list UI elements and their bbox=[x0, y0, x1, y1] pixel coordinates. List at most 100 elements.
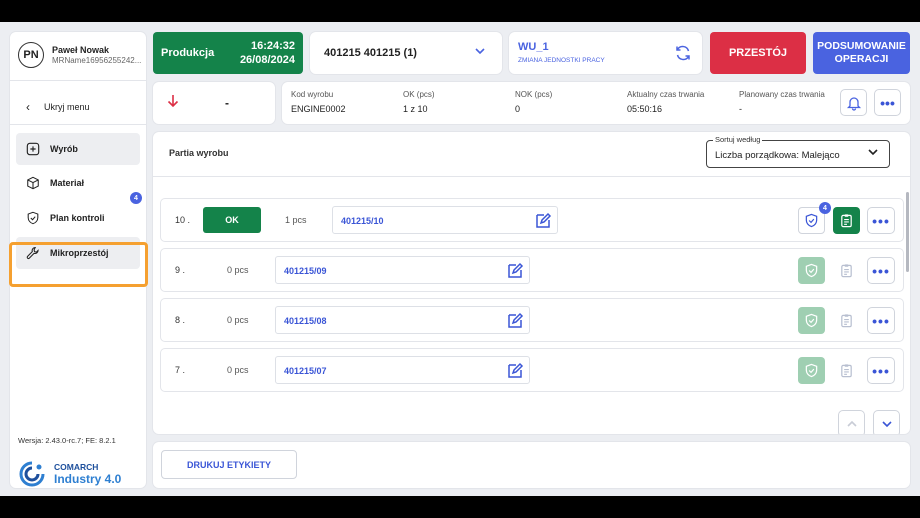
row-number: 7 . bbox=[175, 365, 186, 375]
work-unit-name: WU_1 bbox=[518, 41, 549, 53]
user-name: Paweł Nowak bbox=[52, 45, 110, 55]
shield-check-icon bbox=[27, 211, 39, 225]
plan-kontroli-badge: 4 bbox=[130, 192, 142, 204]
row-pcs: 0 pcs bbox=[227, 315, 249, 325]
sidebar-item-label: Materiał bbox=[50, 178, 85, 188]
shield-check-icon bbox=[805, 213, 818, 228]
info-value: - bbox=[739, 104, 742, 114]
version-text: Wersja: 2.43.0-rc.7; FE: 8.2.1 bbox=[18, 436, 116, 445]
more-icon: ••• bbox=[872, 362, 890, 379]
report-button[interactable] bbox=[833, 357, 860, 384]
table-row: 10 . OK 1 pcs 401215/10 4 ••• bbox=[161, 199, 903, 241]
ok-button[interactable]: OK bbox=[203, 207, 261, 233]
chevron-down-icon bbox=[474, 45, 486, 60]
summary-button[interactable]: PODSUMOWANIE OPERACJI bbox=[813, 32, 910, 74]
scroll-down-button[interactable] bbox=[873, 410, 900, 434]
info-value: ENGINE0002 bbox=[291, 104, 346, 114]
direction-value: - bbox=[225, 96, 229, 110]
shield-check-icon bbox=[805, 313, 818, 328]
row-more-button[interactable]: ••• bbox=[867, 207, 895, 234]
hide-menu-label: Ukryj menu bbox=[44, 102, 90, 112]
more-icon: ••• bbox=[880, 94, 895, 111]
comarch-logo: COMARCH Industry 4.0 bbox=[18, 460, 121, 488]
batch-field[interactable]: 401215/10 bbox=[332, 206, 558, 234]
status-label: Produkcja bbox=[161, 47, 215, 59]
batch-field[interactable]: 401215/07 bbox=[275, 356, 530, 384]
table-row: 7 . 0 pcs 401215/07 ••• bbox=[161, 349, 903, 391]
batch-number: 401215/09 bbox=[284, 266, 327, 276]
clipboard-icon bbox=[841, 214, 852, 228]
quality-check-button[interactable] bbox=[798, 307, 825, 334]
clipboard-icon bbox=[841, 264, 852, 278]
row-pcs: 0 pcs bbox=[227, 365, 249, 375]
sort-select[interactable]: Sortuj według Liczba porządkowa: Malejąc… bbox=[706, 135, 890, 168]
quality-badge: 4 bbox=[819, 202, 831, 214]
row-more-button[interactable]: ••• bbox=[867, 257, 895, 284]
table-row: 8 . 0 pcs 401215/08 ••• bbox=[161, 299, 903, 341]
stop-button[interactable]: PRZESTÓJ bbox=[710, 32, 806, 74]
work-unit-selector[interactable]: WU_1 ZMIANA JEDNOSTKI PRACY bbox=[509, 32, 702, 74]
info-label: NOK (pcs) bbox=[515, 90, 553, 99]
info-label: Planowany czas trwania bbox=[739, 90, 825, 99]
plus-circle-icon bbox=[26, 142, 40, 156]
panel-title: Partia wyrobu bbox=[169, 148, 229, 158]
divider bbox=[10, 124, 146, 125]
edit-icon[interactable] bbox=[534, 212, 552, 230]
batch-field[interactable]: 401215/09 bbox=[275, 256, 530, 284]
more-icon: ••• bbox=[872, 212, 890, 229]
info-value: 05:50:16 bbox=[627, 104, 663, 114]
batch-number: 401215/07 bbox=[284, 366, 327, 376]
more-icon: ••• bbox=[872, 262, 890, 279]
report-button[interactable] bbox=[833, 207, 860, 234]
quality-check-button[interactable] bbox=[798, 257, 825, 284]
chevron-left-icon: ‹ bbox=[26, 100, 30, 114]
user-subtitle: MRName16956255242... bbox=[52, 56, 142, 65]
highlight-box bbox=[9, 242, 148, 287]
row-more-button[interactable]: ••• bbox=[867, 357, 895, 384]
logo-text-1: COMARCH bbox=[54, 462, 99, 472]
user-profile[interactable]: PN Paweł Nowak MRName16956255242... bbox=[18, 42, 144, 68]
product-info: Kod wyrobu ENGINE0002 OK (pcs) 1 z 10 NO… bbox=[282, 82, 910, 124]
avatar: PN bbox=[18, 42, 44, 68]
scroll-up-button[interactable] bbox=[838, 410, 865, 434]
clock-date: 26/08/2024 bbox=[239, 54, 295, 66]
refresh-icon bbox=[676, 45, 690, 61]
direction-card: - bbox=[153, 82, 275, 124]
sidebar-item-wyrob[interactable]: Wyrób bbox=[16, 133, 140, 165]
more-options-button[interactable]: ••• bbox=[874, 89, 901, 116]
report-button[interactable] bbox=[833, 307, 860, 334]
info-label: Kod wyrobu bbox=[291, 90, 334, 99]
edit-icon[interactable] bbox=[506, 362, 524, 380]
sidebar-item-plan-kontroli[interactable]: Plan kontroli bbox=[16, 202, 140, 234]
divider bbox=[153, 176, 910, 177]
divider bbox=[10, 80, 146, 81]
chevron-down-icon bbox=[867, 146, 879, 161]
order-select[interactable]: 401215 401215 (1) bbox=[310, 32, 502, 74]
notifications-button[interactable] bbox=[840, 89, 867, 116]
production-status[interactable]: Produkcja 16:24:32 26/08/2024 bbox=[153, 32, 303, 74]
table-row: 9 . 0 pcs 401215/09 ••• bbox=[161, 249, 903, 291]
print-labels-button[interactable]: DRUKUJ ETYKIETY bbox=[161, 450, 297, 479]
row-more-button[interactable]: ••• bbox=[867, 307, 895, 334]
edit-icon[interactable] bbox=[506, 312, 524, 330]
cube-icon bbox=[27, 176, 39, 190]
logo-text-2: Industry 4.0 bbox=[54, 472, 122, 486]
hide-menu-button[interactable]: ‹ Ukryj menu bbox=[26, 100, 90, 114]
quality-check-button[interactable] bbox=[798, 357, 825, 384]
arrow-down-icon bbox=[167, 94, 179, 111]
bell-icon bbox=[846, 96, 861, 111]
report-button[interactable] bbox=[833, 257, 860, 284]
batch-field[interactable]: 401215/08 bbox=[275, 306, 530, 334]
row-pcs: 0 pcs bbox=[227, 265, 249, 275]
more-icon: ••• bbox=[872, 312, 890, 329]
row-number: 9 . bbox=[175, 265, 186, 275]
chevron-up-icon bbox=[846, 420, 857, 427]
bottom-bar: DRUKUJ ETYKIETY bbox=[153, 442, 910, 488]
edit-icon[interactable] bbox=[506, 262, 524, 280]
info-label: OK (pcs) bbox=[403, 90, 435, 99]
scrollbar[interactable] bbox=[906, 192, 909, 272]
app-screen: PN Paweł Nowak MRName16956255242... ‹ Uk… bbox=[0, 22, 920, 496]
sidebar-item-material[interactable]: Materiał bbox=[16, 167, 140, 199]
row-number: 8 . bbox=[175, 315, 186, 325]
clipboard-icon bbox=[841, 314, 852, 328]
